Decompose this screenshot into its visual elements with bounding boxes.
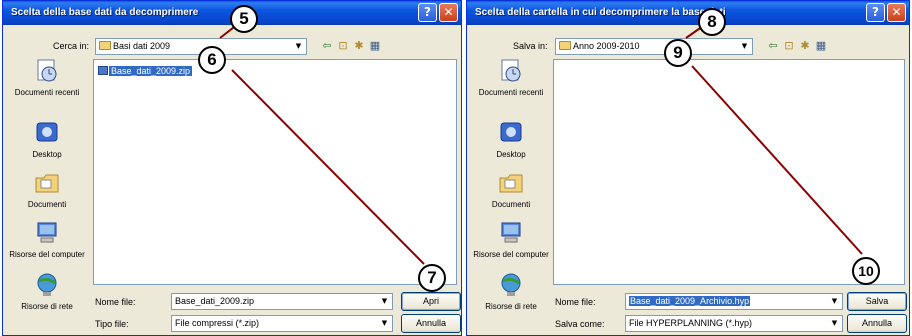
place-my-computer[interactable]: Risorse del computer — [473, 219, 549, 259]
place-my-computer[interactable]: Risorse del computer — [9, 219, 85, 259]
place-label: Documenti recenti — [478, 88, 544, 97]
recent-documents-icon — [37, 59, 57, 82]
look-in-label: Cerca in: — [53, 41, 90, 51]
save-as-label: Salva come: — [555, 319, 605, 329]
chevron-down-icon[interactable]: ▼ — [738, 40, 751, 53]
up-folder-icon[interactable]: ⊡ — [781, 39, 797, 53]
place-label: Desktop — [496, 150, 526, 159]
desktop-icon — [36, 122, 58, 142]
place-label: Risorse di rete — [485, 302, 537, 311]
new-folder-icon[interactable]: ✱ — [351, 39, 367, 53]
step-marker-7: 7 — [418, 264, 446, 292]
documents-folder-icon — [35, 174, 59, 193]
step-marker-10: 10 — [852, 257, 880, 285]
navigation-toolbar: ⇦ ⊡ ✱ ▦ — [319, 39, 383, 53]
file-name-label: Nome file: — [555, 297, 596, 307]
view-menu-icon[interactable]: ▦ — [367, 39, 383, 53]
cancel-button[interactable]: Annulla — [847, 314, 907, 333]
place-network[interactable]: Risorse di rete — [473, 271, 549, 311]
step-marker-8: 8 — [698, 8, 726, 36]
file-type-select[interactable]: File compressi (*.zip) ▼ — [171, 315, 393, 332]
place-recent-documents[interactable]: Documenti recenti — [9, 57, 85, 97]
documents-folder-icon — [499, 174, 523, 193]
place-label: Risorse del computer — [473, 250, 549, 259]
desktop-icon — [500, 122, 522, 142]
places-bar: Documenti recenti Desktop Documenti Riso… — [473, 57, 549, 325]
cancel-button[interactable]: Annulla — [401, 314, 461, 333]
place-network[interactable]: Risorse di rete — [9, 271, 85, 311]
file-name-value: Base_dati_2009_Archivio.hyp — [629, 296, 751, 306]
chevron-down-icon[interactable]: ▼ — [828, 317, 841, 330]
up-folder-icon[interactable]: ⊡ — [335, 39, 351, 53]
look-in-value: Basi dati 2009 — [113, 41, 171, 51]
zip-file-icon — [98, 66, 108, 75]
computer-icon — [37, 222, 57, 243]
file-name-label: Nome file: — [95, 297, 136, 307]
network-icon — [501, 273, 521, 296]
navigation-toolbar: ⇦ ⊡ ✱ ▦ — [765, 39, 829, 53]
step-marker-5: 5 — [230, 5, 258, 33]
place-desktop[interactable]: Desktop — [473, 119, 549, 159]
place-recent-documents[interactable]: Documenti recenti — [473, 57, 549, 97]
save-button[interactable]: Salva — [847, 292, 907, 311]
open-dialog: Scelta della base dati da decomprimere ?… — [2, 0, 462, 336]
place-label: Desktop — [32, 150, 62, 159]
places-bar: Documenti recenti Desktop Documenti Riso… — [9, 57, 85, 325]
step-marker-6: 6 — [198, 46, 226, 74]
place-label: Documenti — [27, 200, 67, 209]
place-label: Documenti — [491, 200, 531, 209]
place-desktop[interactable]: Desktop — [9, 119, 85, 159]
computer-icon — [501, 222, 521, 243]
file-type-value: File compressi (*.zip) — [175, 318, 260, 328]
close-button[interactable]: ✕ — [439, 3, 458, 22]
dialog-title: Scelta della cartella in cui decomprimer… — [475, 7, 726, 18]
dialog-title: Scelta della base dati da decomprimere — [11, 7, 199, 18]
save-as-type-value: File HYPERPLANNING (*.hyp) — [629, 318, 753, 328]
file-name-value: Base_dati_2009.zip — [175, 296, 255, 306]
back-arrow-icon[interactable]: ⇦ — [765, 39, 781, 53]
help-button[interactable]: ? — [418, 3, 437, 22]
recent-documents-icon — [501, 59, 521, 82]
save-as-type-select[interactable]: File HYPERPLANNING (*.hyp) ▼ — [625, 315, 843, 332]
network-icon — [37, 273, 57, 296]
file-item[interactable]: Base_dati_2009.zip — [98, 66, 193, 77]
title-bar[interactable]: Scelta della cartella in cui decomprimer… — [467, 1, 909, 25]
folder-icon — [99, 41, 111, 50]
save-in-label: Salva in: — [513, 41, 548, 51]
file-name-field[interactable]: Base_dati_2009.zip ▼ — [171, 293, 393, 310]
folder-icon — [559, 41, 571, 50]
place-documents[interactable]: Documenti — [473, 169, 549, 209]
file-item-name: Base_dati_2009.zip — [109, 66, 193, 76]
file-type-label: Tipo file: — [95, 319, 129, 329]
folder-list[interactable] — [553, 59, 905, 285]
new-folder-icon[interactable]: ✱ — [797, 39, 813, 53]
chevron-down-icon[interactable]: ▼ — [828, 295, 841, 308]
open-button[interactable]: Apri — [401, 292, 461, 311]
save-in-dropdown[interactable]: Anno 2009-2010 ▼ — [555, 38, 753, 55]
place-documents[interactable]: Documenti — [9, 169, 85, 209]
place-label: Documenti recenti — [14, 88, 80, 97]
chevron-down-icon[interactable]: ▼ — [378, 295, 391, 308]
help-button[interactable]: ? — [866, 3, 885, 22]
close-button[interactable]: ✕ — [887, 3, 906, 22]
chevron-down-icon[interactable]: ▼ — [292, 40, 305, 53]
save-in-value: Anno 2009-2010 — [573, 41, 640, 51]
chevron-down-icon[interactable]: ▼ — [378, 317, 391, 330]
file-list[interactable]: Base_dati_2009.zip — [93, 59, 457, 285]
file-name-field[interactable]: Base_dati_2009_Archivio.hyp ▼ — [625, 293, 843, 310]
back-arrow-icon[interactable]: ⇦ — [319, 39, 335, 53]
place-label: Risorse di rete — [21, 302, 73, 311]
view-menu-icon[interactable]: ▦ — [813, 39, 829, 53]
step-marker-9: 9 — [664, 39, 692, 67]
place-label: Risorse del computer — [9, 250, 85, 259]
